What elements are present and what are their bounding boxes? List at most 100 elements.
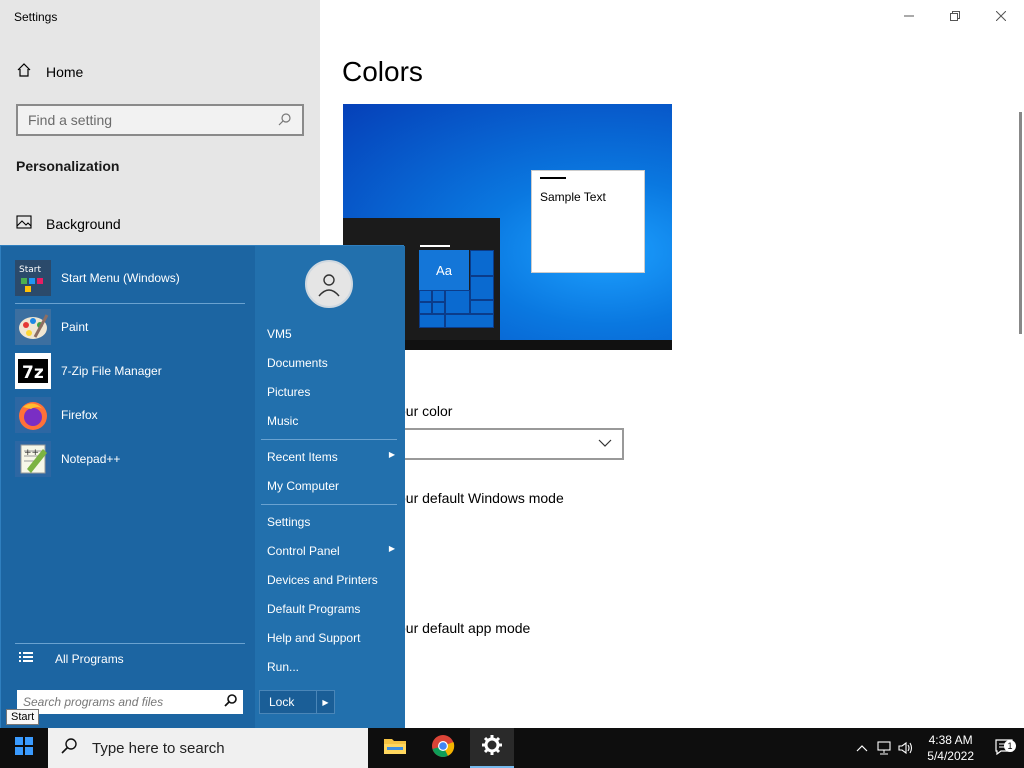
divider <box>261 439 397 440</box>
preview-tile <box>445 314 494 328</box>
taskbar-file-explorer[interactable] <box>373 728 417 768</box>
svg-text:Start: Start <box>19 265 41 275</box>
menu-item-control-panel[interactable]: Control Panel ▶ <box>267 544 395 558</box>
home-label: Home <box>46 63 84 80</box>
paint-icon <box>15 309 51 345</box>
menu-item-run[interactable]: Run... <box>267 660 395 674</box>
preview-tile <box>432 290 445 302</box>
menu-item-label: Default Programs <box>267 602 361 616</box>
menu-item-recent-items[interactable]: Recent Items ▶ <box>267 450 395 464</box>
windows-mode-label: our default Windows mode <box>398 490 564 506</box>
svg-text:7z: 7z <box>22 363 44 383</box>
minimize-button[interactable] <box>886 0 932 32</box>
folder-icon <box>383 736 407 761</box>
restore-button[interactable] <box>932 0 978 32</box>
search-icon <box>278 112 292 129</box>
preview-tile <box>445 290 470 314</box>
scrollbar[interactable] <box>1019 112 1022 334</box>
search-icon <box>224 694 237 710</box>
search-programs-input[interactable]: Search programs and files <box>17 690 243 714</box>
menu-item-label: Documents <box>267 356 328 370</box>
menu-item-documents[interactable]: Documents <box>267 356 395 370</box>
start-menu: Start Start Menu (Windows) Paint 7z 7-Zi… <box>0 245 405 729</box>
program-firefox[interactable]: Firefox <box>15 397 247 433</box>
taskbar-chrome[interactable] <box>421 728 465 768</box>
preview-accent-line <box>420 245 450 247</box>
taskbar-search-box[interactable]: Type here to search <box>48 728 368 768</box>
chevron-right-icon: ▶ <box>388 450 395 459</box>
lock-label: Lock <box>269 695 295 709</box>
app-mode-label: our default app mode <box>398 620 531 636</box>
search-programs-placeholder: Search programs and files <box>23 695 164 709</box>
sample-title-bar <box>540 177 566 179</box>
taskbar: Type here to search 4:38 AM 5/4/2022 1 <box>0 728 1024 768</box>
chevron-up-icon[interactable] <box>851 744 873 752</box>
menu-item-label: Recent Items <box>267 450 338 464</box>
lock-button[interactable]: Lock ▶ <box>259 690 335 714</box>
find-setting-placeholder: Find a setting <box>28 112 113 128</box>
notepadpp-icon: ++ <box>15 441 51 477</box>
preview-tile <box>419 290 432 302</box>
chrome-icon <box>431 734 455 763</box>
menu-item-settings[interactable]: Settings <box>267 515 395 529</box>
notification-badge: 1 <box>1004 739 1016 752</box>
menu-item-music[interactable]: Music <box>267 414 395 428</box>
close-button[interactable] <box>978 0 1024 32</box>
network-icon[interactable] <box>873 741 895 755</box>
find-setting-input[interactable]: Find a setting <box>16 104 304 136</box>
start-button[interactable] <box>0 728 48 768</box>
search-icon <box>60 737 78 759</box>
program-label: Paint <box>61 320 89 334</box>
menu-item-label: My Computer <box>267 479 340 493</box>
clock-time: 4:38 AM <box>928 733 973 747</box>
gear-icon <box>481 734 503 761</box>
chevron-down-icon <box>598 435 612 451</box>
taskbar-settings[interactable] <box>470 728 514 768</box>
sample-text-window: Sample Text <box>531 170 645 273</box>
volume-icon[interactable] <box>895 741 917 755</box>
program-label: Notepad++ <box>61 452 121 466</box>
start-menu-app-icon: Start <box>15 260 51 296</box>
program-notepadpp[interactable]: ++ Notepad++ <box>15 441 247 477</box>
divider <box>15 643 245 644</box>
program-start-menu[interactable]: Start Start Menu (Windows) <box>15 260 247 296</box>
firefox-icon <box>15 397 51 433</box>
color-dropdown[interactable] <box>398 428 624 460</box>
sidebar-item-label: Background <box>46 215 121 232</box>
page-title: Colors <box>342 56 423 87</box>
program-label: Firefox <box>61 408 98 422</box>
home-icon <box>16 62 32 81</box>
preview-tile <box>432 302 445 314</box>
menu-item-label: Run... <box>267 660 300 674</box>
menu-item-help-support[interactable]: Help and Support <box>267 631 395 645</box>
sidebar-item-background[interactable]: Background <box>16 215 121 232</box>
user-avatar[interactable] <box>305 260 353 308</box>
window-title: Settings <box>14 10 58 24</box>
menu-item-label: Pictures <box>267 385 311 399</box>
menu-item-default-programs[interactable]: Default Programs <box>267 602 395 616</box>
clock[interactable]: 4:38 AM 5/4/2022 <box>917 732 984 764</box>
program-7zip[interactable]: 7z 7-Zip File Manager <box>15 353 247 389</box>
menu-item-devices-printers[interactable]: Devices and Printers <box>267 573 395 587</box>
action-center-button[interactable]: 1 <box>984 738 1024 758</box>
menu-item-user[interactable]: VM5 <box>267 327 395 341</box>
window-controls <box>886 0 1024 32</box>
program-paint[interactable]: Paint <box>15 309 247 345</box>
list-icon <box>19 651 33 666</box>
home-nav-item[interactable]: Home <box>16 62 83 81</box>
menu-item-label: Control Panel <box>267 544 340 558</box>
menu-item-pictures[interactable]: Pictures <box>267 385 395 399</box>
preview-tile-aa: Aa <box>419 250 469 290</box>
lock-options-arrow[interactable]: ▶ <box>316 691 334 713</box>
all-programs-label: All Programs <box>55 651 124 666</box>
menu-item-my-computer[interactable]: My Computer <box>267 479 395 493</box>
system-tray: 4:38 AM 5/4/2022 1 <box>851 728 1024 768</box>
preview-tile <box>419 314 445 328</box>
divider <box>261 504 397 505</box>
divider <box>15 303 245 304</box>
menu-item-label: VM5 <box>267 327 292 341</box>
menu-item-label: Devices and Printers <box>267 573 378 587</box>
choose-color-label: our color <box>398 403 453 419</box>
7zip-icon: 7z <box>15 353 51 389</box>
all-programs-button[interactable]: All Programs <box>19 651 124 666</box>
